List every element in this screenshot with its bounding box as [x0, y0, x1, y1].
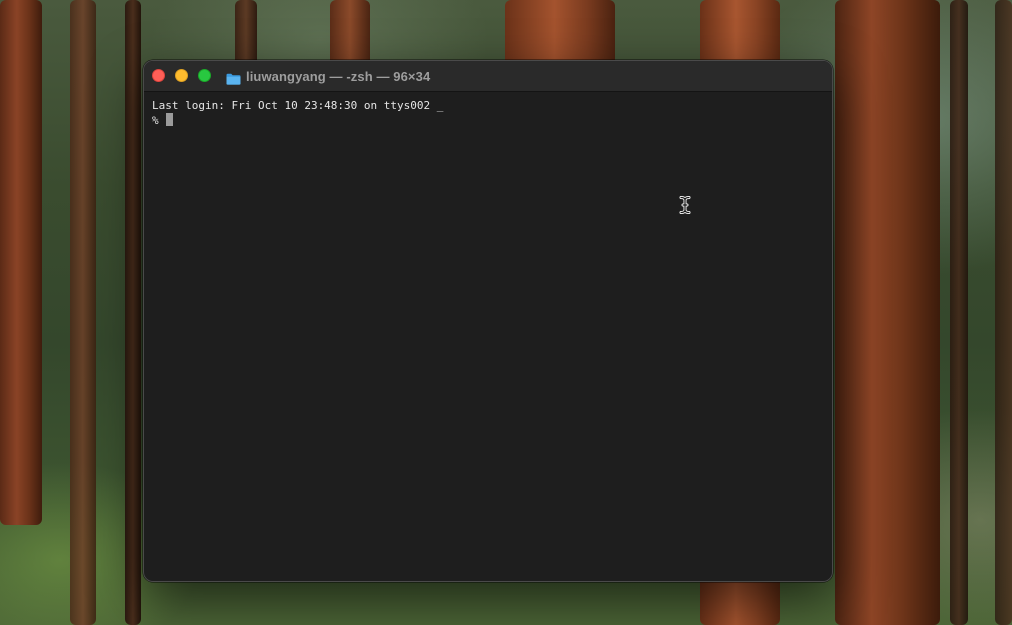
tree-trunk — [125, 0, 141, 625]
tree-trunk — [950, 0, 968, 625]
tree-trunk — [0, 0, 42, 525]
terminal-content[interactable]: Last login: Fri Oct 10 23:48:30 on ttys0… — [144, 92, 832, 134]
window-titlebar[interactable]: liuwangyang — -zsh — 96×34 — [144, 61, 832, 92]
close-button[interactable] — [152, 69, 165, 82]
zoom-button[interactable] — [198, 69, 211, 82]
prompt-line[interactable]: % — [152, 113, 824, 127]
folder-icon — [226, 70, 241, 85]
tree-trunk — [835, 0, 940, 625]
window-title: liuwangyang — -zsh — 96×34 — [246, 68, 431, 84]
tree-trunk — [995, 0, 1012, 625]
shell-prompt: % — [152, 114, 159, 127]
text-cursor — [165, 113, 173, 126]
tree-trunk — [70, 0, 96, 625]
terminal-window[interactable]: liuwangyang — -zsh — 96×34 Last login: F… — [143, 60, 833, 582]
window-title-group: liuwangyang — -zsh — 96×34 — [226, 68, 431, 85]
last-login-line: Last login: Fri Oct 10 23:48:30 on ttys0… — [152, 99, 444, 112]
ibeam-cursor-icon — [679, 196, 691, 214]
minimize-button[interactable] — [175, 69, 188, 82]
